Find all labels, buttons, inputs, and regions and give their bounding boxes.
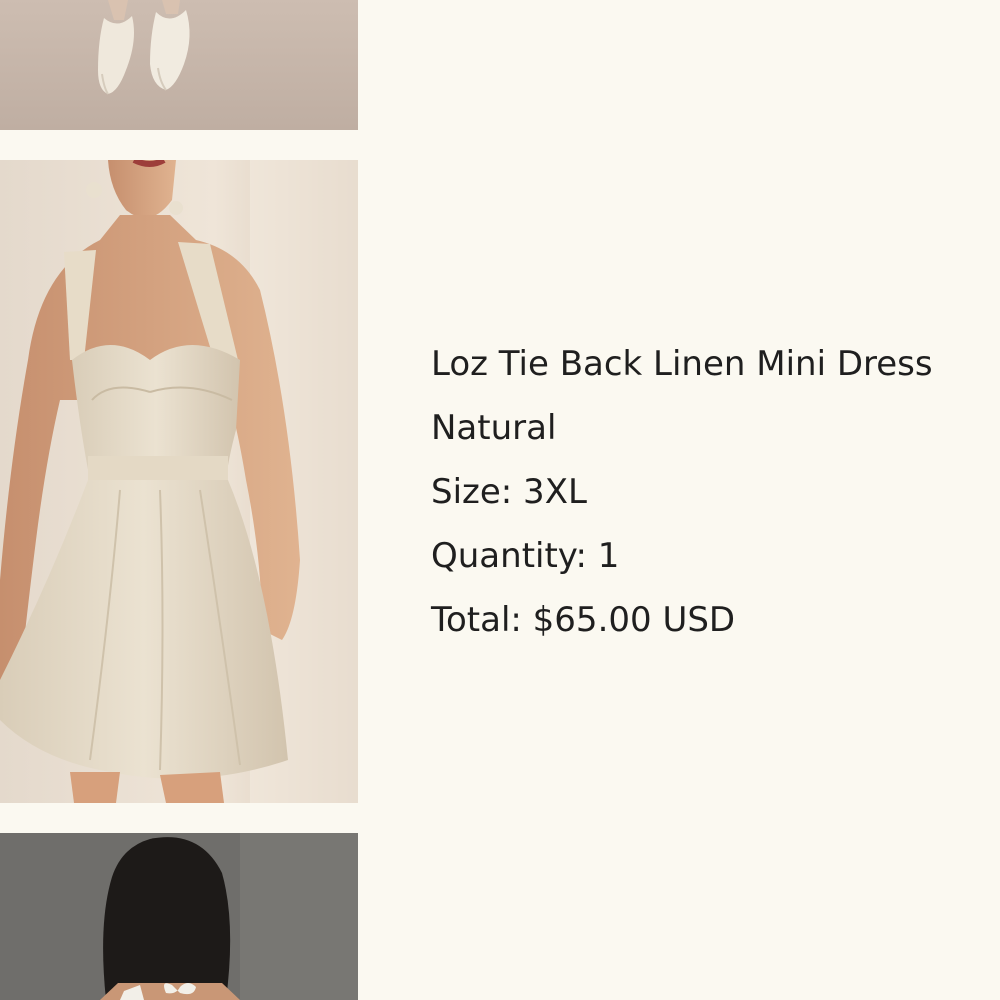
product-image-dress[interactable] [0,160,358,803]
product-color: Natural [431,408,557,448]
order-item-details: Loz Tie Back Linen Mini Dress Natural Si… [431,332,1000,652]
back-view-illustration [0,833,358,1000]
product-image-shoes[interactable] [0,0,358,130]
product-quantity: Quantity: 1 [431,536,620,576]
product-name: Loz Tie Back Linen Mini Dress [431,344,933,384]
product-size: Size: 3XL [431,472,587,512]
product-image-back[interactable] [0,833,358,1000]
shoes-illustration [0,0,358,130]
product-total: Total: $65.00 USD [431,600,736,640]
dress-illustration [0,160,358,803]
order-item-page: Loz Tie Back Linen Mini Dress Natural Si… [0,0,1000,1000]
